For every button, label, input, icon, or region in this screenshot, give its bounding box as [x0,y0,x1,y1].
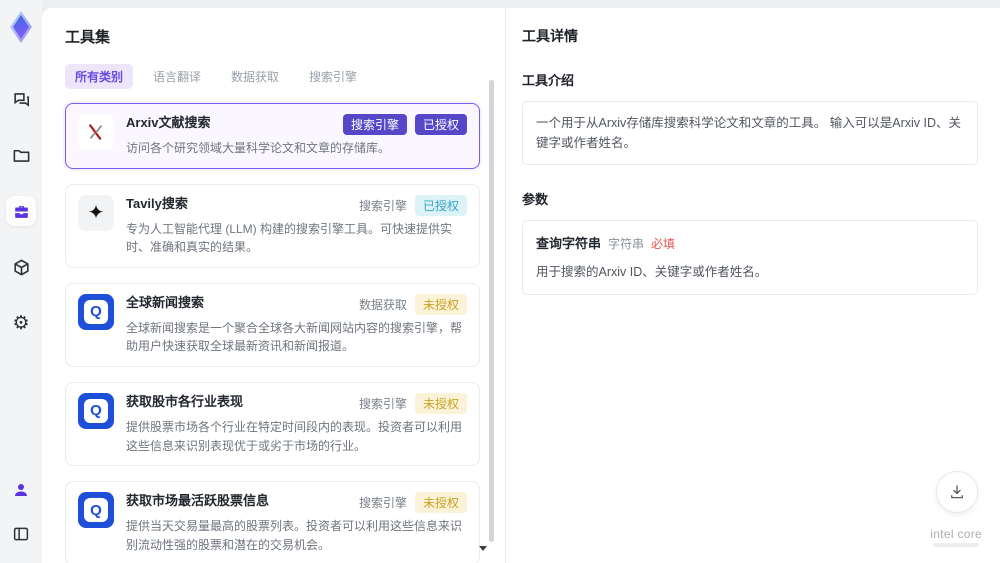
gear-icon[interactable]: ⚙ [6,308,36,338]
tool-card-active-stocks[interactable]: Q 获取市场最活跃股票信息 搜索引擎 未授权 提供当天交易量最高的股票列表。投资… [65,481,480,563]
status-badge: 已授权 [414,194,467,216]
status-badge: 已授权 [414,114,467,135]
folder-icon[interactable] [6,140,36,170]
tool-detail-panel: 工具详情 工具介绍 一个用于从Arxiv存储库搜索科学论文和文章的工具。 输入可… [505,8,1000,563]
collapse-sidebar-icon[interactable] [6,519,36,549]
tool-list: Arxiv文献搜索 搜索引擎 已授权 访问各个研究领域大量科学论文和文章的存储库… [65,103,480,563]
page-title: 工具集 [65,29,111,46]
cube-icon[interactable] [6,252,36,282]
app-logo-gem-icon [6,10,36,44]
tool-title: Arxiv文献搜索 [126,115,211,130]
tool-description: 访问各个研究领域大量科学论文和文章的存储库。 [126,141,391,155]
intro-box: 一个用于从Arxiv存储库搜索科学论文和文章的工具。 输入可以是Arxiv ID… [522,101,978,165]
tab-data-fetch[interactable]: 数据获取 [221,64,289,89]
tool-card-sector-performance[interactable]: Q 获取股市各行业表现 搜索引擎 未授权 提供股票市场各个行业在特定时间段内的表… [65,381,480,467]
category-badge: 搜索引擎 [358,496,407,511]
param-name: 查询字符串 [536,236,602,251]
status-badge: 未授权 [414,492,467,514]
chat-icon[interactable] [6,84,36,114]
main-content: 工具集 所有类别 语言翻译 数据获取 搜索引擎 Arxiv文献搜索 搜索引擎 已… [42,8,1000,563]
tool-card-tavily[interactable]: ✦ Tavily搜索 搜索引擎 已授权 专为人工智能代理 (LLM) 构建的搜索… [65,183,480,268]
user-avatar-icon[interactable] [6,475,36,505]
sidebar-bottom [0,475,42,549]
category-badge: 数据获取 [358,297,407,312]
app-window: ⚙ 工具集 所有类别 语言翻译 数据获取 搜索引擎 Arxiv文献搜索 搜索引擎… [0,0,1000,563]
tab-search-engine[interactable]: 搜索引擎 [299,64,367,89]
download-icon [951,485,963,499]
tavily-star-icon: ✦ [78,194,114,231]
sidebar-nav: ⚙ [6,84,36,338]
tool-title: 获取股市各行业表现 [126,393,244,409]
tab-all-categories[interactable]: 所有类别 [65,64,134,89]
arxiv-logo-icon [78,114,114,150]
toolbox-icon[interactable] [6,196,36,226]
tool-title: 全球新闻搜索 [126,294,205,310]
stock-q-icon: Q [78,392,114,429]
params-heading: 参数 [522,192,549,207]
status-badge: 未授权 [414,392,467,414]
download-button[interactable] [936,471,978,513]
tool-description: 全球新闻搜索是一个聚合全球各大新闻网站内容的搜索引擎，帮助用户快速获取全球最新资… [126,320,463,354]
category-badge: 搜索引擎 [358,198,407,213]
sidebar: ⚙ [0,0,42,563]
toolset-panel: 工具集 所有类别 语言翻译 数据获取 搜索引擎 Arxiv文献搜索 搜索引擎 已… [42,8,505,563]
param-description: 用于搜索的Arxiv ID、关键字或作者姓名。 [536,265,768,279]
intel-core-logo: intel core [930,527,982,547]
param-type: 字符串 [608,237,645,251]
param-required-badge: 必填 [651,237,676,251]
news-search-q-icon: Q [78,293,114,330]
intro-heading: 工具介绍 [522,73,575,88]
param-box: 查询字符串 字符串 必填 用于搜索的Arxiv ID、关键字或作者姓名。 [522,220,978,295]
stock-q-icon: Q [78,492,114,529]
tool-title: 获取市场最活跃股票信息 [126,493,270,509]
tool-description: 提供股票市场各个行业在特定时间段内的表现。投资者可以利用这些信息来识别表现优于或… [126,419,463,453]
tab-language-translation[interactable]: 语言翻译 [143,64,211,89]
detail-title: 工具详情 [522,28,578,44]
tool-card-arxiv[interactable]: Arxiv文献搜索 搜索引擎 已授权 访问各个研究领域大量科学论文和文章的存储库… [65,103,480,169]
category-badge: 搜索引擎 [342,114,407,135]
tool-description: 提供当天交易量最高的股票列表。投资者可以利用这些信息来识别流动性强的股票和潜在的… [126,519,463,552]
tool-card-global-news[interactable]: Q 全球新闻搜索 数据获取 未授权 全球新闻搜索是一个聚合全球各大新闻网站内容的… [65,282,480,367]
list-scrollbar[interactable] [489,80,494,542]
status-badge: 未授权 [414,293,467,315]
scroll-down-arrow-icon[interactable] [479,546,487,551]
category-tabs: 所有类别 语言翻译 数据获取 搜索引擎 [65,64,505,89]
category-badge: 搜索引擎 [358,396,407,411]
tool-title: Tavily搜索 [126,195,188,211]
tool-description: 专为人工智能代理 (LLM) 构建的搜索引擎工具。可快速提供实时、准确和真实的结… [126,221,453,255]
